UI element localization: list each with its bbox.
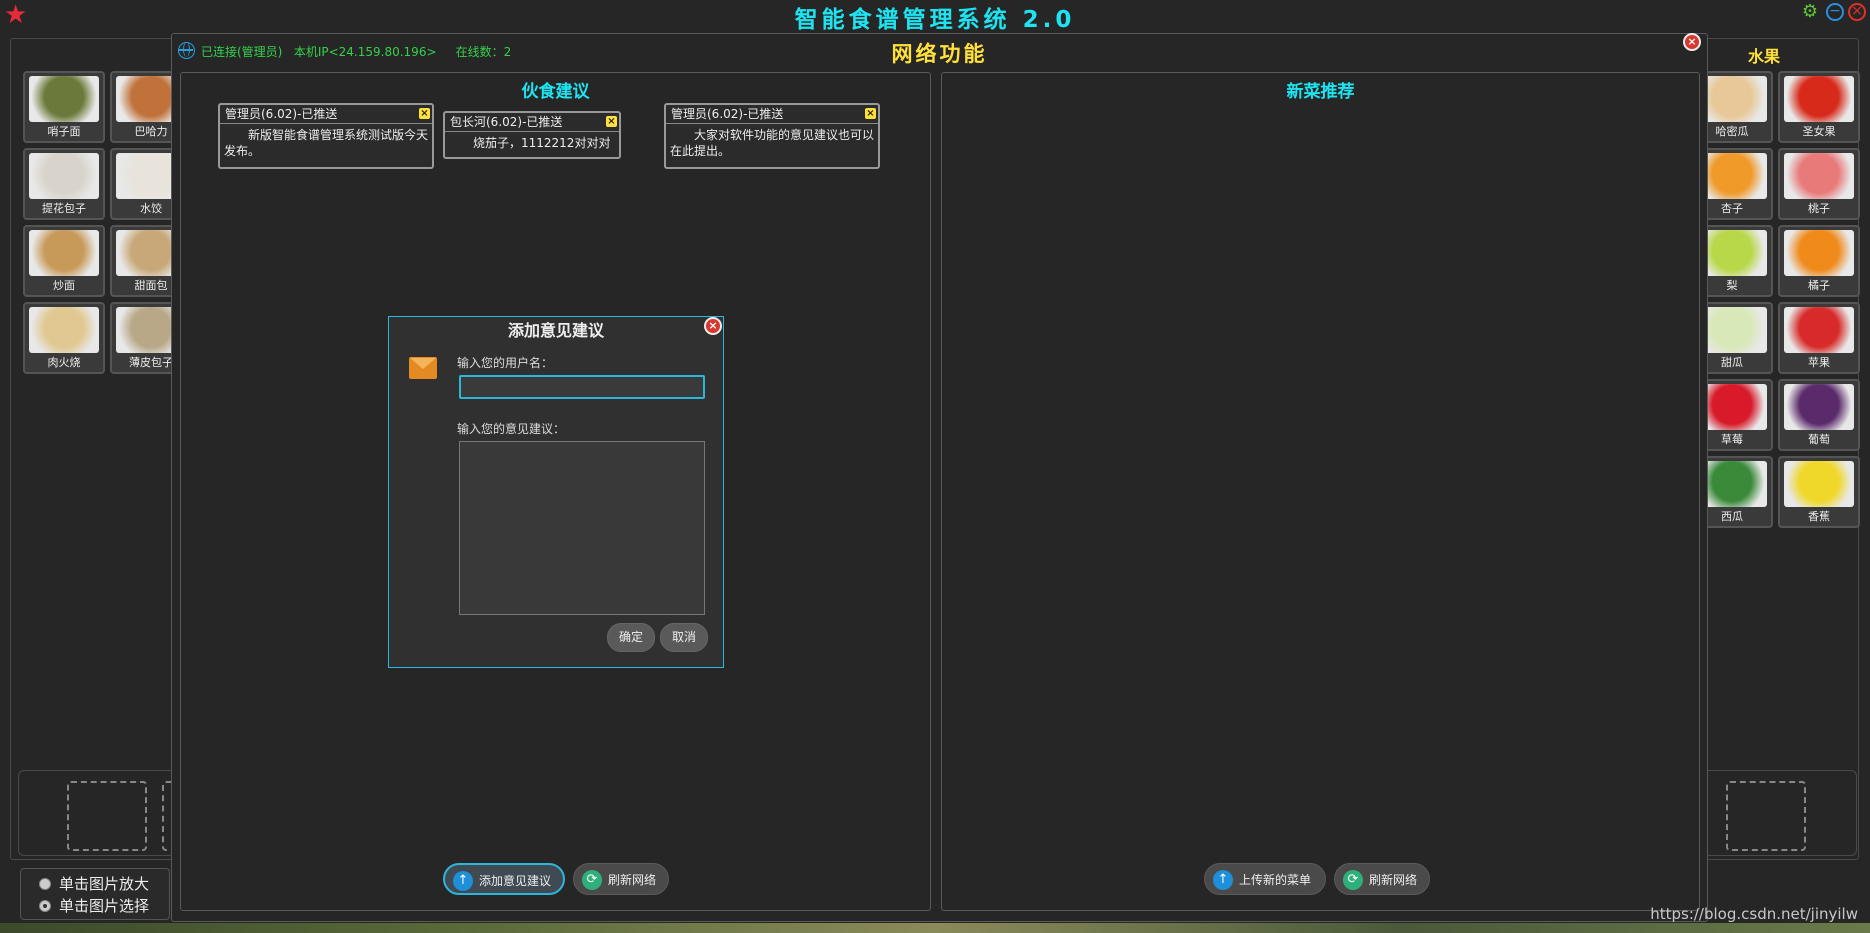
app-title: 智能食谱管理系统 2.0 [794, 7, 1076, 33]
fruit-thumb[interactable]: 香蕉 [1778, 456, 1860, 528]
food-image [29, 153, 99, 199]
refresh-icon: ⟳ [1343, 870, 1363, 890]
note-body: 大家对软件功能的意见建议也可以在此提出。 [670, 128, 875, 158]
cancel-button[interactable]: 取消 [660, 623, 708, 652]
upload-menu-button[interactable]: ↑ 上传新的菜单 [1204, 863, 1326, 895]
new-dish-title: 新菜推荐 [1286, 82, 1355, 102]
globe-icon [178, 42, 195, 59]
food-thumb[interactable]: 提花包子 [23, 148, 105, 220]
refresh-label: 刷新网络 [1369, 873, 1418, 887]
ok-button[interactable]: 确定 [607, 623, 655, 652]
fruit-label: 桃子 [1808, 202, 1830, 215]
radio-select[interactable]: 单击图片选择 [39, 895, 149, 916]
radio-zoom[interactable]: 单击图片放大 [39, 873, 149, 894]
upload-menu-label: 上传新的菜单 [1239, 873, 1312, 887]
fruit-thumb[interactable]: 圣女果 [1778, 71, 1860, 143]
suggestions-title: 伙食建议 [521, 82, 590, 102]
refresh-icon: ⟳ [582, 870, 602, 890]
connection-status: 已连接(管理员) 本机IP<24.159.80.196> 在线数：2 [178, 42, 512, 61]
fruit-label: 橘子 [1808, 279, 1830, 292]
food-thumb[interactable]: 哨子面 [23, 71, 105, 143]
new-dish-section: 新菜推荐 ↑ 上传新的菜单 ⟳ 刷新网络 [941, 72, 1700, 911]
fruit-image [1784, 384, 1854, 430]
right-preview-tray [1695, 770, 1857, 856]
suggestion-note: 管理员(6.02)-已推送 × 大家对软件功能的意见建议也可以在此提出。 [664, 103, 880, 169]
food-label: 提花包子 [42, 202, 86, 215]
online-count: 在线数：2 [455, 45, 512, 59]
food-thumb[interactable]: 炒面 [23, 225, 105, 297]
refresh-network-button[interactable]: ⟳ 刷新网络 [1334, 863, 1430, 895]
title-bar: ★ 智能食谱管理系统 2.0 ⚙ − × [0, 0, 1870, 33]
food-thumb[interactable]: 肉火烧 [23, 302, 105, 374]
radio-select-label: 单击图片选择 [59, 897, 150, 915]
fruit-image [1784, 76, 1854, 122]
fruit-thumb[interactable]: 橘子 [1778, 225, 1860, 297]
fruit-label: 葡萄 [1808, 433, 1830, 446]
fruit-image [1784, 230, 1854, 276]
ip-text: 本机IP<24.159.80.196> [293, 45, 437, 59]
fruit-panel: 水果 哈密瓜 圣女果 杏子 桃子梨橘子 甜瓜 苹果 草莓 葡萄 西瓜 香蕉 [1690, 38, 1860, 860]
radio-zoom-label: 单击图片放大 [59, 875, 150, 893]
connection-text: 已连接(管理员) [201, 45, 283, 59]
minimize-button[interactable]: − [1826, 3, 1844, 21]
note-header: 管理员(6.02)-已推送 × [666, 105, 878, 124]
username-input[interactable] [459, 375, 705, 399]
note-header-text: 包长河(6.02)-已推送 [450, 115, 563, 129]
note-header-text: 管理员(6.02)-已推送 [671, 107, 784, 121]
note-close-icon[interactable]: × [419, 108, 430, 119]
left-preview-tray [18, 770, 186, 856]
fruit-panel-title: 水果 [1748, 47, 1781, 66]
food-image [29, 76, 99, 122]
fruit-label: 圣女果 [1802, 125, 1836, 138]
username-label: 输入您的用户名： [457, 356, 554, 370]
fruit-label: 苹果 [1808, 356, 1830, 369]
food-panel: 哨子面 巴哈力 提花包子 水饺 炒面 甜面包 肉火烧 薄皮包子 [10, 38, 192, 860]
fruit-thumb[interactable]: 桃子 [1778, 148, 1860, 220]
note-header: 管理员(6.02)-已推送 × [220, 105, 432, 124]
suggestion-label: 输入您的意见建议： [457, 422, 566, 436]
desktop-strip [0, 923, 1870, 933]
food-label: 炒面 [53, 279, 75, 292]
add-suggestion-label: 添加意见建议 [479, 874, 552, 888]
fruit-thumb[interactable]: 苹果 [1778, 302, 1860, 374]
close-window-button[interactable]: × [1848, 3, 1866, 21]
mail-icon [409, 357, 437, 379]
add-suggestion-button[interactable]: ↑ 添加意见建议 [443, 863, 565, 895]
fruit-label: 香蕉 [1808, 510, 1830, 523]
note-close-icon[interactable]: × [865, 108, 876, 119]
food-label: 肉火烧 [47, 356, 81, 369]
fruit-image [1784, 153, 1854, 199]
suggestion-textarea[interactable] [459, 441, 705, 615]
fruit-image [1784, 307, 1854, 353]
note-header-text: 管理员(6.02)-已推送 [225, 107, 338, 121]
radio-dot[interactable] [39, 877, 51, 890]
food-image [29, 307, 99, 353]
watermark: https://blog.csdn.net/jinyilw [1650, 905, 1858, 923]
refresh-network-button[interactable]: ⟳ 刷新网络 [573, 863, 669, 895]
preview-slot[interactable] [67, 781, 147, 851]
fruit-image [1784, 461, 1854, 507]
suggestion-note: 包长河(6.02)-已推送 × 烧茄子，1112212对对对 [443, 111, 621, 159]
dialog-close-button[interactable]: × [704, 317, 722, 335]
note-header: 包长河(6.02)-已推送 × [445, 113, 619, 132]
food-image [29, 230, 99, 276]
radio-dot-selected[interactable] [39, 899, 51, 912]
preview-slot[interactable] [1726, 781, 1806, 851]
settings-gear-icon[interactable]: ⚙ [1800, 3, 1820, 21]
add-suggestion-dialog: 添加意见建议 × 输入您的用户名： 输入您的意见建议： 确定 取消 [388, 316, 724, 668]
view-mode-group: 单击图片放大 单击图片选择 [20, 868, 170, 920]
network-close-button[interactable]: × [1683, 33, 1701, 51]
note-body: 烧茄子，1112212对对对 [473, 136, 611, 150]
upload-arrow-icon: ↑ [1213, 870, 1233, 890]
note-close-icon[interactable]: × [606, 116, 617, 127]
suggestion-note: 管理员(6.02)-已推送 × 新版智能食谱管理系统测试版今天发布。 [218, 103, 434, 169]
fruit-thumb[interactable]: 葡萄 [1778, 379, 1860, 451]
dialog-title: 添加意见建议 [507, 321, 604, 340]
note-body: 新版智能食谱管理系统测试版今天发布。 [224, 128, 429, 158]
food-label: 哨子面 [47, 125, 81, 138]
refresh-label: 刷新网络 [608, 873, 657, 887]
upload-arrow-icon: ↑ [453, 871, 473, 891]
